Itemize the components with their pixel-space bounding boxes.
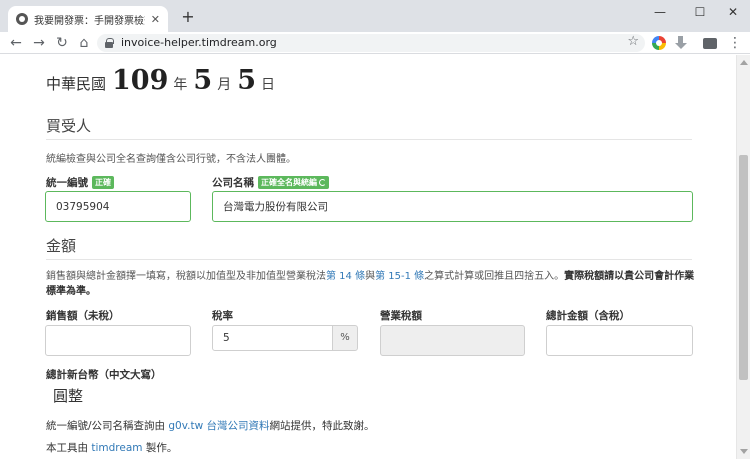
new-tab-button[interactable]: + (178, 7, 198, 27)
date-era: 中華民國 (46, 75, 107, 93)
date-year-unit: 年 (173, 77, 188, 93)
tax-rate-group: % (212, 325, 358, 351)
browser-tab[interactable]: 我要開發票：手開發票檢查小幫手 ✕ (8, 6, 168, 32)
date-month-unit: 月 (217, 77, 232, 93)
sales-label: 銷售額（未稅） (46, 310, 120, 322)
scroll-down-icon[interactable] (740, 449, 748, 454)
arrow-right-icon[interactable]: → (29, 33, 49, 53)
data-credit-line: 統一編號/公司名稱查詢由 g0v.tw 台灣公司資料網站提供，特此致謝。 (46, 418, 375, 433)
reload-icon[interactable]: ↻ (52, 33, 72, 53)
amount-help-text: 銷售額與總計金額擇一填寫，稅額以加值型及非加值型營業稅法第 14 條與第 15-… (46, 269, 696, 299)
company-name-label: 公司名稱 正確全名與統編 (212, 175, 329, 190)
kebab-menu-icon[interactable]: ⋮ (728, 32, 742, 54)
author-line: 本工具由 timdream 製作。 (46, 440, 177, 455)
amount-help-post: 之算式計算或回推且四捨五入。 (424, 271, 565, 282)
timdream-link[interactable]: timdream (91, 442, 142, 454)
company-name-input[interactable] (212, 191, 693, 222)
chinese-total-label: 總計新台幣（中文大寫） (46, 369, 162, 381)
tax-id-input[interactable] (45, 191, 191, 222)
tax-id-valid-badge: 正確 (92, 176, 114, 189)
download-icon[interactable] (674, 36, 688, 50)
lock-icon[interactable] (105, 38, 114, 48)
total-label: 總計金額（含稅） (546, 310, 630, 322)
url-text[interactable]: invoice-helper.timdream.org (121, 36, 277, 49)
star-icon[interactable]: ☆ (627, 34, 639, 49)
sales-amount-input[interactable] (45, 325, 191, 356)
invoice-date: 中華民國 109 年 5 月 5 日 (46, 65, 275, 96)
tax-id-label-text: 統一編號 (46, 177, 88, 189)
amount-section-title: 金額 (46, 235, 692, 260)
close-tab-icon[interactable]: ✕ (151, 13, 160, 26)
author-post: 製作。 (142, 442, 178, 454)
credit-post: 網站提供，特此致謝。 (269, 420, 375, 432)
globe-icon (16, 13, 28, 25)
buyer-section-title: 買受人 (46, 115, 692, 140)
date-year[interactable]: 109 (112, 65, 168, 96)
tax-rate-input[interactable] (212, 325, 333, 351)
arrow-left-icon[interactable]: ← (6, 33, 26, 53)
address-bar[interactable]: invoice-helper.timdream.org ☆ (97, 34, 645, 52)
company-name-valid-badge: 正確全名與統編 (258, 176, 329, 189)
tax-amount-label: 營業稅額 (380, 310, 422, 322)
maximize-button[interactable]: ☐ (685, 3, 715, 21)
refresh-icon[interactable] (319, 179, 326, 186)
browser-toolbar: ← → ↻ ⌂ invoice-helper.timdream.org ☆ ⋮ (0, 32, 750, 54)
amount-help-pre: 銷售額與總計金額擇一填寫，稅額以加值型及非加值型營業稅法 (46, 271, 326, 282)
tax-law-article-15-1-link[interactable]: 第 15-1 條 (375, 271, 424, 282)
home-icon[interactable]: ⌂ (74, 33, 94, 53)
cast-icon[interactable] (703, 38, 717, 49)
close-window-button[interactable]: ✕ (718, 3, 748, 21)
page-viewport: 中華民國 109 年 5 月 5 日 買受人 統編檢查與公司全名查詢僅含公司行號… (0, 55, 736, 459)
tab-title: 我要開發票：手開發票檢查小幫手 (34, 15, 145, 27)
browser-tab-strip: 我要開發票：手開發票檢查小幫手 ✕ + — ☐ ✕ (0, 0, 750, 32)
credit-pre: 統一編號/公司名稱查詢由 (46, 420, 169, 432)
amount-help-mid: 與 (365, 271, 376, 282)
date-day[interactable]: 5 (237, 65, 256, 96)
date-day-unit: 日 (260, 77, 275, 93)
g0v-company-data-link[interactable]: g0v.tw 台灣公司資料 (168, 420, 269, 432)
scroll-up-icon[interactable] (740, 60, 748, 65)
tax-rate-label: 稅率 (212, 310, 233, 322)
tax-amount-input (380, 325, 525, 356)
tax-id-label: 統一編號 正確 (46, 175, 114, 190)
scroll-thumb[interactable] (739, 155, 748, 380)
date-month[interactable]: 5 (193, 65, 212, 96)
page-scrollbar[interactable] (736, 55, 750, 459)
company-name-label-text: 公司名稱 (212, 177, 254, 189)
tax-law-article-14-link[interactable]: 第 14 條 (326, 271, 365, 282)
company-badge-text: 正確全名與統編 (261, 178, 317, 187)
buyer-help-text: 統編檢查與公司全名查詢僅含公司行號，不含法人團體。 (46, 154, 296, 165)
author-pre: 本工具由 (46, 442, 92, 454)
minimize-button[interactable]: — (645, 3, 675, 21)
chinese-total-value: 圓整 (53, 387, 84, 405)
chrome-extension-icon[interactable] (652, 36, 666, 50)
total-amount-input[interactable] (546, 325, 693, 356)
percent-addon: % (332, 325, 358, 351)
